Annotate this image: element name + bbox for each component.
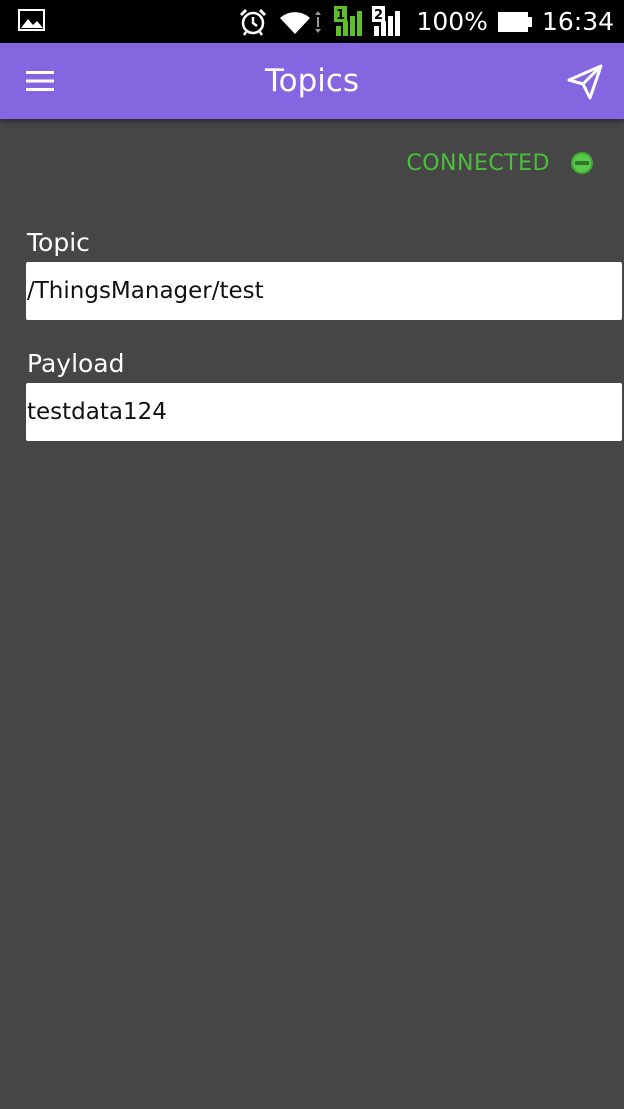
send-icon (567, 64, 603, 100)
signal-sim1-icon: 1 (334, 5, 363, 36)
topic-input[interactable] (26, 262, 622, 320)
gallery-icon (18, 9, 45, 31)
alarm-icon (240, 8, 267, 36)
menu-icon (26, 71, 54, 91)
battery-percent: 100% (416, 7, 488, 36)
status-icons: 1 2 100% 16:34 (238, 0, 614, 43)
wifi-icon (280, 10, 322, 34)
connection-status-label: CONNECTED (406, 150, 550, 176)
sim2-label: 2 (374, 8, 383, 23)
payload-input[interactable] (26, 383, 622, 441)
send-button[interactable] (560, 57, 610, 107)
clock: 16:34 (541, 7, 614, 36)
battery-icon (497, 11, 532, 32)
menu-button[interactable] (17, 61, 63, 101)
status-dot-icon (571, 152, 593, 174)
sim1-label: 1 (336, 8, 345, 23)
status-bar: 1 2 100% 16:34 (0, 0, 624, 43)
page-title: Topics (264, 63, 360, 99)
signal-sim2-icon: 2 (372, 5, 401, 36)
payload-label: Payload (27, 349, 125, 378)
app-bar: Topics (0, 43, 624, 119)
topic-label: Topic (27, 228, 90, 257)
connection-status: CONNECTED (406, 146, 594, 180)
